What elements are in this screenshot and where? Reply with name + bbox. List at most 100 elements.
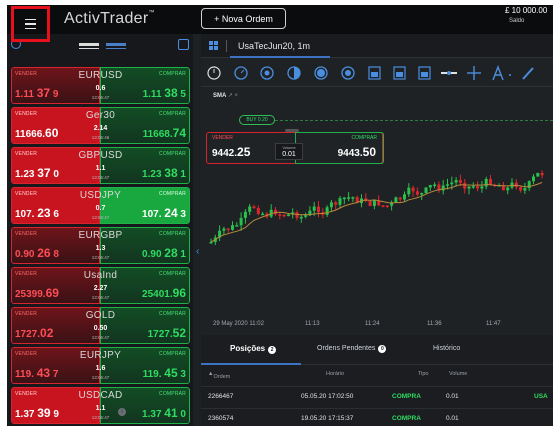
instrument-card[interactable]: VENDER COMPRAR USDJPY 107. 23 6 107. 24 3 0.7… bbox=[11, 187, 190, 224]
sell-price[interactable]: 0.90 26 8 bbox=[15, 246, 59, 260]
table-row[interactable]: 2266467 05.05.20 17:02:50 COMPRA 0.01 US… bbox=[201, 386, 553, 405]
time-label: 11:36 bbox=[427, 321, 442, 327]
buy-price[interactable]: 1727.52 bbox=[148, 326, 186, 340]
buy-price[interactable]: 1.23 38 1 bbox=[142, 166, 186, 180]
buy-price[interactable]: 119. 45 3 bbox=[143, 366, 186, 380]
order-time: 05.05.20 17:02:50 bbox=[301, 393, 354, 400]
tab-pending-orders[interactable]: Ordens Pendentes 0 bbox=[317, 345, 387, 353]
instrument-card[interactable]: VENDER COMPRAR USDCAD 1.37 39 9 1.37 41 0 1.1… bbox=[11, 387, 190, 424]
candle-body bbox=[334, 202, 338, 205]
buy-price[interactable]: 25401.96 bbox=[142, 286, 186, 300]
order-extra: USA bbox=[534, 393, 548, 400]
list-view-icon[interactable] bbox=[79, 43, 99, 49]
quote-time: 13:06:47 bbox=[91, 375, 110, 380]
candle-body bbox=[527, 181, 531, 189]
buy-price[interactable]: 11668.74 bbox=[143, 126, 186, 140]
tab-history[interactable]: Histórico bbox=[433, 345, 460, 352]
sell-price[interactable]: 107. 23 6 bbox=[15, 206, 59, 220]
instrument-symbol: GBPUSD bbox=[78, 150, 123, 161]
widget-volume-input[interactable]: Volume 0.01 bbox=[275, 143, 303, 160]
column-type[interactable]: Tipo bbox=[418, 371, 429, 377]
instrument-card[interactable]: VENDER COMPRAR GBPUSD 1.23 37 0 1.23 38 1 1.1… bbox=[11, 147, 190, 184]
sell-price[interactable]: 1727.02 bbox=[15, 326, 53, 340]
chart-area[interactable]: SMA ↗ × BUY 0.20 VENDER COMPRAR 9442.25 … bbox=[201, 88, 553, 335]
instrument-card[interactable]: VENDER COMPRAR GOLD 1727.02 1727.52 0.50 13:06… bbox=[11, 307, 190, 344]
order-id: 2266467 bbox=[208, 393, 234, 400]
chart-tab[interactable]: UsaTecJun20, 1m bbox=[238, 41, 310, 51]
edit-icon[interactable] bbox=[178, 39, 189, 50]
sell-price[interactable]: 1.23 37 0 bbox=[15, 166, 59, 180]
instrument-card[interactable]: VENDER COMPRAR EURUSD 1.11 37 9 1.11 38 5 0.6… bbox=[11, 67, 190, 104]
tab-positions[interactable]: Posições 2 bbox=[230, 344, 277, 354]
indicator-label[interactable]: SMA ↗ × bbox=[213, 92, 238, 99]
candle-body bbox=[489, 178, 492, 185]
buy-price[interactable]: 1.37 41 0 bbox=[142, 406, 186, 420]
buy-price[interactable]: 0.90 28 1 bbox=[142, 246, 186, 260]
crosshair-icon[interactable] bbox=[467, 66, 481, 80]
widget-drag-handle[interactable] bbox=[285, 129, 299, 132]
buy-price[interactable]: 1.11 38 5 bbox=[143, 86, 186, 100]
widget-sell-price[interactable]: 9442.25 bbox=[212, 145, 250, 159]
instrument-card[interactable]: VENDER COMPRAR EURJPY 119. 43 7 119. 45 3 1.6… bbox=[11, 347, 190, 384]
instrument-symbol: Ger30 bbox=[85, 110, 116, 121]
candle-body bbox=[480, 186, 484, 189]
sell-price[interactable]: 1.37 39 9 bbox=[15, 406, 59, 420]
instrument-panel: VENDER COMPRAR EURUSD 1.11 37 9 1.11 38 5 0.6… bbox=[7, 34, 193, 426]
candle-body bbox=[256, 208, 260, 214]
position-line bbox=[275, 120, 553, 121]
candle-body bbox=[299, 216, 303, 219]
horizontal-line-icon[interactable] bbox=[441, 71, 457, 75]
text-tool-icon[interactable] bbox=[492, 65, 511, 81]
candle-body bbox=[428, 185, 432, 188]
instrument-symbol: GOLD bbox=[85, 310, 116, 321]
new-order-button[interactable]: + Nova Ordem bbox=[201, 8, 286, 29]
drawing-icon[interactable] bbox=[314, 66, 328, 80]
indicator-icon[interactable] bbox=[287, 66, 301, 80]
info-icon[interactable]: i bbox=[118, 408, 126, 416]
candle-body bbox=[226, 228, 230, 231]
sell-price[interactable]: 119. 43 7 bbox=[15, 366, 58, 380]
candle-body bbox=[368, 201, 372, 206]
column-time[interactable]: Horário bbox=[326, 371, 344, 377]
compact-view-icon[interactable] bbox=[106, 43, 126, 49]
candle-body bbox=[347, 197, 351, 199]
chart-tab-bar: UsaTecJun20, 1m bbox=[201, 34, 553, 58]
sell-price[interactable]: 25399.69 bbox=[15, 286, 59, 300]
table-row[interactable]: 2360574 19.05.20 17:15:37 COMPRA 0.01 bbox=[201, 408, 553, 426]
position-pill[interactable]: BUY 0.20 bbox=[239, 115, 275, 125]
active-tab-indicator bbox=[230, 56, 330, 58]
target-icon[interactable] bbox=[341, 66, 355, 80]
column-order[interactable]: ▲ Ordem bbox=[208, 371, 230, 380]
sell-price[interactable]: 11666.60 bbox=[15, 126, 58, 140]
trade-widget[interactable]: VENDER COMPRAR 9442.25 9443.50 Volume 0.… bbox=[206, 129, 384, 164]
chart-type-icon[interactable] bbox=[260, 66, 274, 80]
buy-price[interactable]: 107. 24 3 bbox=[142, 206, 186, 220]
candle-body bbox=[222, 228, 226, 231]
column-volume[interactable]: Volume bbox=[449, 371, 467, 377]
instrument-card[interactable]: VENDER COMPRAR UsaInd 25399.69 25401.96 2.27 1… bbox=[11, 267, 190, 304]
sell-price[interactable]: 1.11 37 9 bbox=[15, 86, 58, 100]
menu-button[interactable] bbox=[11, 6, 50, 42]
positions-tabs: Posições 2 Ordens Pendentes 0 Histórico bbox=[201, 335, 553, 365]
balance-value: £ 10 000.00 bbox=[505, 6, 548, 15]
calendar-month-icon[interactable] bbox=[418, 66, 431, 80]
spread-value: 1.1 bbox=[95, 165, 106, 172]
quote-time: 13:06:47 bbox=[91, 335, 110, 340]
candle-body bbox=[433, 184, 437, 187]
quote-time: 13:06:47 bbox=[91, 255, 110, 260]
collapse-panel-icon[interactable]: ‹ bbox=[196, 246, 199, 257]
timeframe-icon[interactable] bbox=[234, 66, 248, 80]
calendar-icon[interactable] bbox=[368, 66, 381, 80]
active-tab-indicator bbox=[201, 363, 301, 365]
layout-grid-icon[interactable] bbox=[209, 41, 218, 50]
spread-value: 1.6 bbox=[95, 365, 106, 372]
candle-body bbox=[278, 214, 282, 216]
widget-buy-price[interactable]: 9443.50 bbox=[338, 145, 376, 159]
pencil-icon[interactable] bbox=[522, 67, 534, 80]
instrument-card[interactable]: VENDER COMPRAR EURGBP 0.90 26 8 0.90 28 1 1.3… bbox=[11, 227, 190, 264]
sma-line bbox=[210, 181, 543, 243]
calendar-week-icon[interactable] bbox=[393, 66, 406, 80]
candle-body bbox=[252, 206, 256, 209]
instrument-card[interactable]: VENDER COMPRAR Ger30 11666.60 11668.74 2.14 13… bbox=[11, 107, 190, 144]
clock-icon[interactable] bbox=[207, 66, 221, 80]
